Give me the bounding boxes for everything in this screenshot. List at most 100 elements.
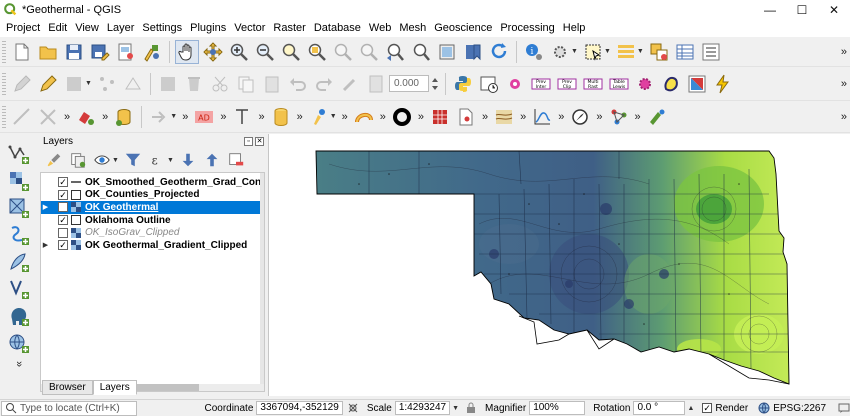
menu-mesh[interactable]: Mesh — [395, 22, 430, 34]
new-project-button[interactable] — [10, 40, 34, 64]
advanced-digitize-button[interactable] — [10, 105, 34, 129]
add-raster-layer-button[interactable] — [5, 167, 33, 194]
add-postgis-button[interactable] — [5, 302, 33, 329]
zoom-in-button[interactable] — [227, 40, 251, 64]
scale-combobox[interactable]: 1:4293247 — [394, 401, 451, 415]
map-canvas[interactable] — [268, 134, 850, 396]
network-plugin-button[interactable] — [607, 105, 631, 129]
toolbar-overflow-chevron[interactable]: » — [13, 361, 25, 367]
layer-row[interactable]: ▶ OK Geothermal_Gradient_Clipped — [41, 239, 264, 252]
plugin-button-1[interactable] — [503, 72, 527, 96]
open-layer-styling-button[interactable] — [43, 149, 65, 171]
add-virtual-layer-button[interactable] — [5, 275, 33, 302]
collapse-all-button[interactable] — [201, 149, 223, 171]
menu-project[interactable]: Project — [2, 22, 44, 34]
style-manager-button[interactable] — [140, 40, 164, 64]
toolbar-overflow-chevron[interactable]: » — [64, 111, 70, 123]
toolbar-overflow-chevron[interactable]: » — [596, 111, 602, 123]
plugin-button-5[interactable] — [711, 72, 735, 96]
toolbar-overflow-chevron[interactable]: » — [182, 111, 188, 123]
layer-row[interactable]: OK_IsoGrav_Clipped — [41, 226, 264, 239]
toolbar-overflow-chevron[interactable]: » — [841, 78, 847, 90]
toolbar-grip[interactable] — [2, 105, 6, 128]
layer-row[interactable]: Oklahoma Outline — [41, 214, 264, 227]
compass-tool-button[interactable] — [568, 105, 592, 129]
attribute-table-button[interactable] — [673, 40, 697, 64]
menu-help[interactable]: Help — [559, 22, 590, 34]
digitize-button[interactable] — [95, 72, 119, 96]
digitize-plugin-button[interactable] — [645, 105, 669, 129]
profile-tool-button[interactable] — [530, 105, 554, 129]
magnifier-spinbox[interactable]: 100% — [529, 401, 586, 415]
undo-button[interactable] — [286, 72, 310, 96]
cut-features-button[interactable] — [208, 72, 232, 96]
table-lewis-button[interactable]: Table Lewis — [607, 72, 631, 96]
add-wms-button[interactable] — [5, 329, 33, 356]
delete-selected-button[interactable] — [182, 72, 206, 96]
zoom-out-button[interactable] — [253, 40, 277, 64]
field-calc-button[interactable] — [364, 72, 388, 96]
rotation-spinbox[interactable]: 0.0 ° — [633, 401, 686, 415]
gps-plugin-button[interactable] — [74, 105, 98, 129]
add-vector-layer-button[interactable] — [5, 140, 33, 167]
database-plugin-button[interactable] — [112, 105, 136, 129]
toolbar-overflow-chevron[interactable]: » — [635, 111, 641, 123]
expand-arrow-icon[interactable]: ▶ — [41, 241, 50, 249]
crs-label[interactable]: EPSG:2267 — [773, 403, 826, 414]
plugin-button-2[interactable] — [633, 72, 657, 96]
edits-button[interactable] — [10, 72, 34, 96]
toolbar-overflow-chevron[interactable]: » — [380, 111, 386, 123]
toolbar-overflow-chevron[interactable]: » — [482, 111, 488, 123]
doc-tool-button[interactable] — [454, 105, 478, 129]
menu-plugins[interactable]: Plugins — [186, 22, 230, 34]
layer-visibility-checkbox[interactable] — [58, 202, 68, 213]
zoom-last-button[interactable] — [383, 40, 407, 64]
render-checkbox[interactable] — [702, 403, 713, 413]
add-group-button[interactable] — [67, 149, 89, 171]
python-console-button[interactable] — [451, 72, 475, 96]
lock-icon[interactable] — [465, 402, 477, 414]
menu-edit[interactable]: Edit — [44, 22, 71, 34]
vertex-tool-button[interactable] — [121, 72, 145, 96]
tab-layers[interactable]: Layers — [92, 380, 137, 395]
raster-plugin-button[interactable] — [428, 105, 452, 129]
toolbar-overflow-chevron[interactable]: » — [342, 111, 348, 123]
select-by-value-button[interactable] — [614, 40, 638, 64]
plugin-button-4[interactable] — [685, 72, 709, 96]
layer-visibility-checkbox[interactable] — [58, 189, 68, 200]
prev-clip-button[interactable]: Prev Clip — [555, 72, 579, 96]
prev-inter-button[interactable]: Prev Inter — [529, 72, 553, 96]
menu-settings[interactable]: Settings — [138, 22, 186, 34]
toggle-editing-button[interactable] — [36, 72, 60, 96]
add-delimited-text-button[interactable] — [5, 221, 33, 248]
toolbar-overflow-chevron[interactable]: » — [102, 111, 108, 123]
remove-layer-button[interactable] — [225, 149, 247, 171]
open-project-button[interactable] — [36, 40, 60, 64]
layer-visibility-checkbox[interactable] — [58, 227, 68, 238]
save-edits-button[interactable] — [62, 72, 86, 96]
pan-map-button[interactable] — [175, 39, 199, 64]
save-as-button[interactable] — [88, 40, 112, 64]
toolbar-overflow-chevron[interactable]: » — [297, 111, 303, 123]
expand-all-button[interactable] — [177, 149, 199, 171]
zoom-next-button[interactable] — [409, 40, 433, 64]
panel-close-button[interactable]: ✕ — [255, 136, 264, 146]
toolbar-overflow-chevron[interactable]: » — [258, 111, 264, 123]
close-button[interactable]: ✕ — [818, 0, 850, 19]
toolbar-grip[interactable] — [2, 40, 6, 63]
extents-toggle-icon[interactable] — [347, 402, 359, 414]
brush-tool-button[interactable] — [307, 105, 331, 129]
messages-icon[interactable] — [838, 402, 850, 414]
toolbar-overflow-chevron[interactable]: » — [418, 111, 424, 123]
refresh-button[interactable] — [487, 40, 511, 64]
layer-row[interactable]: OK_Counties_Projected — [41, 189, 264, 202]
filter-by-expression-button[interactable]: ε — [146, 149, 168, 171]
crs-globe-icon[interactable] — [758, 402, 770, 414]
zoom-full-button[interactable] — [279, 40, 303, 64]
temporal-controller-button[interactable] — [477, 72, 501, 96]
spin-buttons[interactable] — [430, 72, 440, 96]
toolbar-overflow-chevron[interactable]: » — [841, 46, 847, 58]
maximize-button[interactable]: ☐ — [786, 0, 818, 19]
toolbar-overflow-chevron[interactable]: » — [558, 111, 564, 123]
minimize-button[interactable]: — — [754, 0, 786, 19]
